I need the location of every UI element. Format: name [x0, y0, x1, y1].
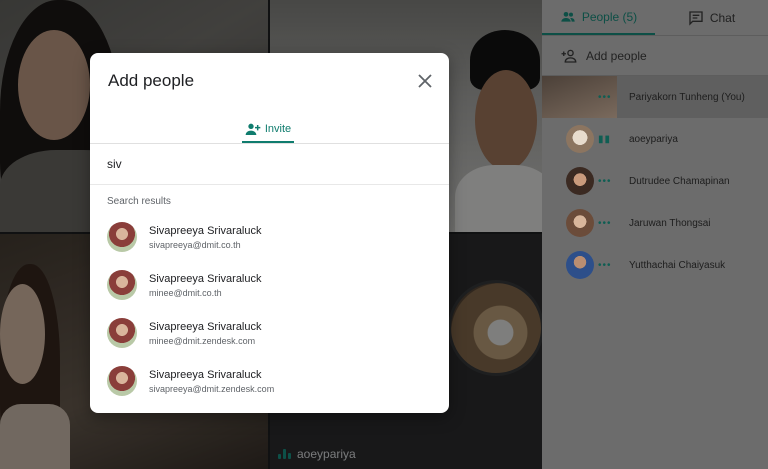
- tab-people[interactable]: People (5): [542, 0, 655, 35]
- close-button[interactable]: [415, 71, 435, 91]
- avatar: [566, 251, 594, 279]
- result-name: Sivapreeya Srivaraluck: [149, 320, 262, 333]
- close-icon: [418, 74, 432, 88]
- more-options-icon[interactable]: •••: [598, 218, 612, 229]
- participant-name: Pariyakorn Tunheng (You): [629, 91, 745, 103]
- tab-invite[interactable]: Invite: [242, 117, 294, 143]
- audio-level-icon: ▮▮: [598, 133, 612, 145]
- result-name: Sivapreeya Srivaraluck: [149, 368, 262, 381]
- dialog-title: Add people: [108, 71, 195, 90]
- tab-people-label: People (5): [581, 9, 638, 24]
- avatar: [107, 222, 137, 252]
- more-options-icon[interactable]: •••: [598, 260, 612, 271]
- participant-row[interactable]: ▮▮ aoeypariya: [542, 118, 768, 160]
- search-result-item[interactable]: Sivapreeya Srivaraluck sivapreeya@dmit.c…: [90, 213, 449, 261]
- tab-chat[interactable]: Chat: [655, 0, 768, 35]
- divider: [90, 184, 449, 185]
- panel-tabs: People (5) Chat: [542, 0, 768, 36]
- participant-row[interactable]: ••• Yutthachai Chaiyasuk: [542, 244, 768, 286]
- avatar: [107, 270, 137, 300]
- avatar: [566, 209, 594, 237]
- invite-search-input[interactable]: [90, 144, 449, 184]
- add-person-icon: [561, 49, 577, 63]
- avatar: [107, 366, 137, 396]
- avatar: [107, 318, 137, 348]
- avatar: [566, 167, 594, 195]
- result-name: Sivapreeya Srivaraluck: [149, 272, 262, 285]
- search-results-header: Search results: [107, 196, 171, 207]
- participant-row[interactable]: ••• Jaruwan Thongsai: [542, 202, 768, 244]
- more-options-icon[interactable]: •••: [598, 92, 612, 103]
- participant-name: Dutrudee Chamapinan: [629, 175, 730, 187]
- add-people-dialog: Add people Invite Search results Sivapre…: [90, 53, 449, 413]
- result-email: sivapreeya@dmit.zendesk.com: [149, 383, 275, 394]
- participant-row[interactable]: ••• Pariyakorn Tunheng (You): [542, 76, 768, 118]
- more-options-icon[interactable]: •••: [598, 176, 612, 187]
- tab-chat-label: Chat: [709, 10, 736, 25]
- participant-name: Jaruwan Thongsai: [629, 217, 711, 229]
- participant-row[interactable]: ••• Dutrudee Chamapinan: [542, 160, 768, 202]
- result-name: Sivapreeya Srivaraluck: [149, 224, 262, 237]
- search-result-item[interactable]: Sivapreeya Srivaraluck sivapreeya@dmit.z…: [90, 357, 449, 405]
- tab-invite-label: Invite: [264, 123, 292, 135]
- result-email: sivapreeya@dmit.co.th: [149, 239, 241, 250]
- people-icon: [561, 11, 575, 22]
- result-email: minee@dmit.zendesk.com: [149, 335, 256, 346]
- add-people-button[interactable]: Add people: [542, 36, 768, 76]
- avatar: [566, 125, 594, 153]
- chat-icon: [689, 10, 703, 26]
- search-result-item[interactable]: Sivapreeya Srivaraluck minee@dmit.co.th: [90, 261, 449, 309]
- participant-name: aoeypariya: [629, 133, 678, 145]
- add-people-label: Add people: [586, 48, 647, 63]
- participant-list: ••• Pariyakorn Tunheng (You) ▮▮ aoeypari…: [542, 76, 768, 286]
- search-results-list: Sivapreeya Srivaraluck sivapreeya@dmit.c…: [90, 213, 449, 405]
- add-person-icon: [245, 123, 261, 135]
- search-result-item[interactable]: Sivapreeya Srivaraluck minee@dmit.zendes…: [90, 309, 449, 357]
- participant-name: Yutthachai Chaiyasuk: [629, 259, 726, 271]
- people-panel: People (5) Chat Add people ••• Pariyakor…: [542, 0, 768, 469]
- result-email: minee@dmit.co.th: [149, 287, 222, 298]
